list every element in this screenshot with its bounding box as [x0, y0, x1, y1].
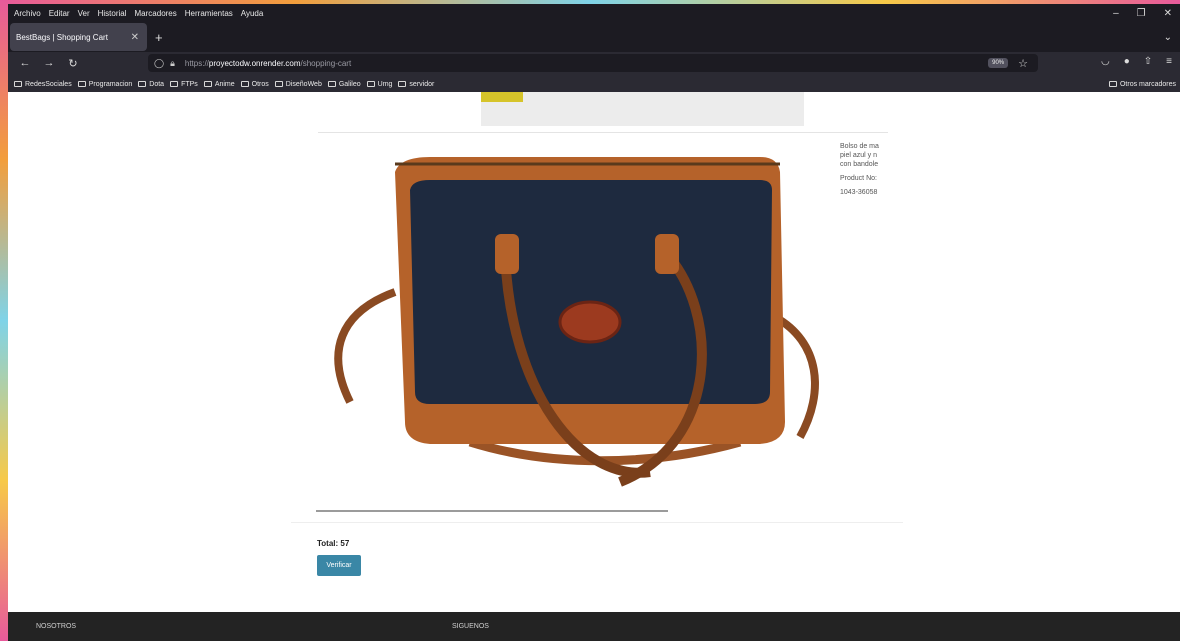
tab-title: BestBags | Shopping Cart [16, 32, 108, 42]
other-bookmarks[interactable]: Otros marcadores [1108, 81, 1176, 88]
close-tab-icon[interactable]: ✕ [131, 32, 139, 43]
list-tabs-chevron-icon[interactable]: ⌄ [1164, 32, 1172, 43]
close-window-icon[interactable]: ✕ [1164, 8, 1172, 19]
divider [291, 522, 903, 523]
folder-icon [274, 81, 283, 87]
folder-icon [203, 81, 212, 87]
product-number-label: Product No: [840, 175, 877, 182]
bookmark-folder[interactable]: Otros [240, 81, 269, 88]
address-bar[interactable]: ◯ 🔒︎ https://proyectodw.onrender.com/sho… [148, 54, 1038, 72]
extensions-icon[interactable]: ⇧ [1144, 56, 1152, 67]
product-number: 1043-36058 [840, 189, 878, 196]
minimize-icon[interactable]: – [1113, 8, 1119, 19]
bookmarks-bar: RedesSociales Programacion Dota FTPs Ani… [8, 76, 1180, 92]
folder-icon [366, 81, 375, 87]
folder-icon [398, 81, 407, 87]
menu-marcadores[interactable]: Marcadores [135, 9, 177, 18]
folder-icon [138, 81, 147, 87]
bookmark-folder[interactable]: FTPs [170, 81, 198, 88]
url-text[interactable]: https://proyectodw.onrender.com/shopping… [185, 59, 351, 68]
folder-icon [240, 81, 249, 87]
zoom-badge[interactable]: 90% [988, 58, 1009, 68]
navigation-bar: ← → ↻ ◯ 🔒︎ https://proyectodw.onrender.c… [8, 52, 1180, 74]
product-description-text: Bolso de ma piel azul y n con bandole [840, 143, 879, 168]
tab-bar: BestBags | Shopping Cart ✕ + ⌄ [8, 22, 1180, 52]
menu-editar[interactable]: Editar [49, 9, 70, 18]
app-menu-icon[interactable]: ≡ [1166, 56, 1172, 67]
site-footer: NOSOTROS SIGUENOS [8, 612, 1180, 641]
menu-historial[interactable]: Historial [98, 9, 127, 18]
horizontal-scrollbar[interactable] [316, 510, 668, 512]
tab-shopping-cart[interactable]: BestBags | Shopping Cart ✕ [10, 23, 147, 51]
bookmark-folder[interactable]: RedesSociales [14, 81, 72, 88]
bookmark-folder[interactable]: Galileo [327, 81, 361, 88]
back-icon[interactable]: ← [18, 57, 32, 69]
handbag-illustration [334, 157, 819, 487]
menu-ayuda[interactable]: Ayuda [241, 9, 264, 18]
folder-icon [1108, 81, 1117, 87]
toolbar-right: ◡ ● ⇧ ≡ [1101, 56, 1172, 67]
menu-archivo[interactable]: Archivo [14, 9, 41, 18]
folder-icon [170, 81, 179, 87]
cart-total: Total: 57 [317, 539, 350, 548]
menu-ver[interactable]: Ver [78, 9, 90, 18]
verify-button[interactable]: Verificar [317, 555, 361, 576]
menu-bar: Archivo Editar Ver Historial Marcadores … [8, 4, 1180, 22]
page-content: Bolso de ma piel azul y n con bandole Pr… [8, 92, 1180, 612]
product-image [320, 142, 830, 502]
folder-icon [327, 81, 336, 87]
desktop-background-left [0, 0, 8, 641]
forward-icon[interactable]: → [42, 57, 56, 69]
bookmark-folder[interactable]: servidor [398, 81, 434, 88]
bookmark-folder[interactable]: Programacion [77, 81, 132, 88]
product-description: Bolso de ma piel azul y n con bandole Pr… [840, 142, 890, 202]
previous-product-image [481, 92, 804, 126]
window-controls: – ❐ ✕ [1113, 8, 1180, 19]
account-icon[interactable]: ● [1124, 56, 1130, 67]
folder-icon [77, 81, 86, 87]
divider [318, 132, 888, 133]
bookmark-folder[interactable]: Umg [366, 81, 392, 88]
shield-icon[interactable]: ◯ [154, 58, 164, 69]
footer-nosotros-heading: NOSOTROS [36, 623, 77, 630]
folder-icon [14, 81, 22, 87]
menu-herramientas[interactable]: Herramientas [185, 9, 233, 18]
lock-icon[interactable]: 🔒︎ [170, 58, 175, 69]
bookmark-folder[interactable]: DiseñoWeb [274, 81, 322, 88]
reload-icon[interactable]: ↻ [66, 57, 80, 70]
bookmark-star-icon[interactable]: ☆ [1018, 57, 1028, 70]
bookmark-folder[interactable]: Anime [203, 81, 235, 88]
new-tab-icon[interactable]: + [155, 30, 163, 45]
pocket-icon[interactable]: ◡ [1101, 56, 1110, 67]
restore-icon[interactable]: ❐ [1137, 8, 1146, 19]
bookmark-folder[interactable]: Dota [138, 81, 164, 88]
footer-siguenos-heading: SIGUENOS [452, 623, 489, 630]
